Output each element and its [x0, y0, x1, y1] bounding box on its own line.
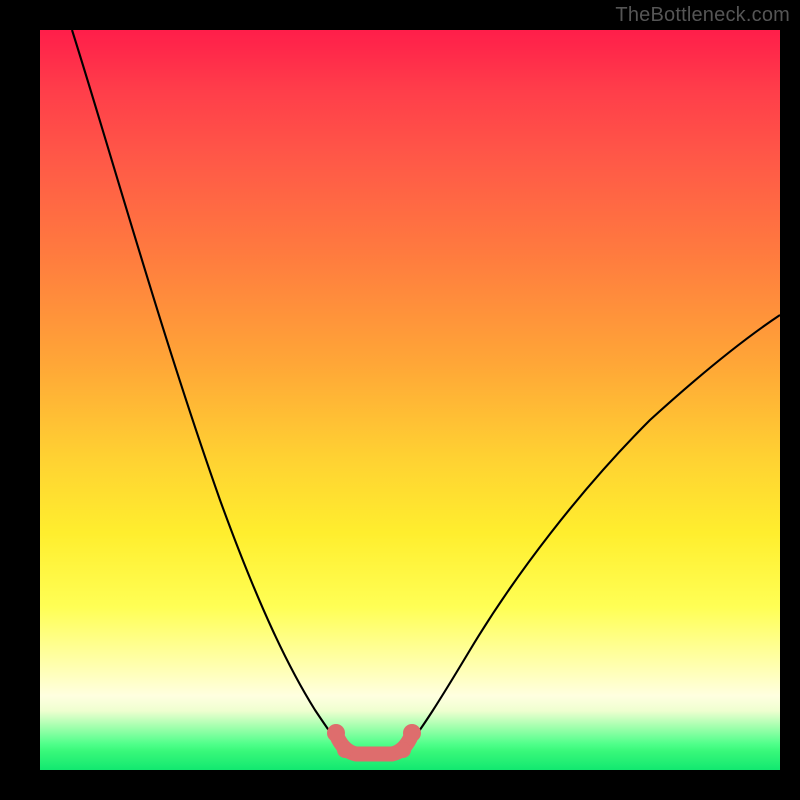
curve-layer — [40, 30, 780, 770]
curve-left — [72, 30, 342, 748]
curve-right — [406, 315, 780, 748]
watermark-label: TheBottleneck.com — [615, 4, 790, 27]
plot-area — [40, 30, 780, 770]
chart-container: TheBottleneck.com — [0, 0, 800, 800]
marker-dot-right-bottom — [395, 742, 411, 758]
marker-dot-left-bottom — [337, 742, 353, 758]
